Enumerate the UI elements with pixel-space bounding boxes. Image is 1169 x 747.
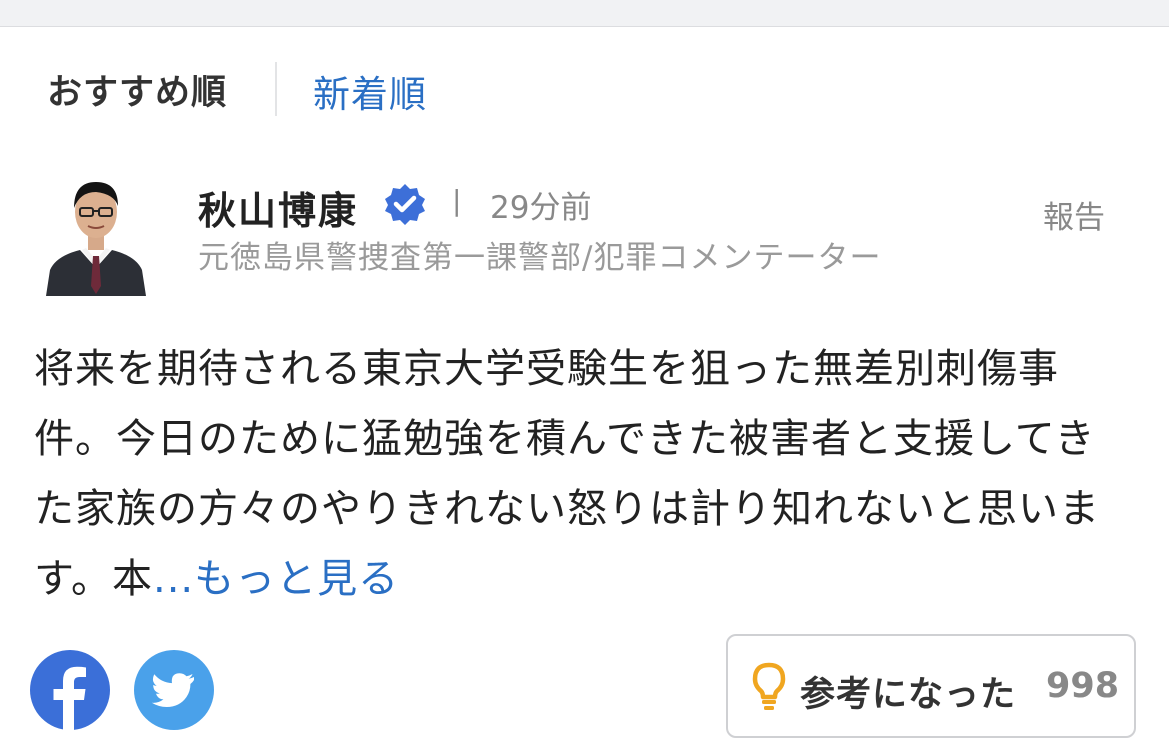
author-title: 元徳島県警捜査第一課警部/犯罪コメンテーター	[198, 240, 882, 276]
helpful-button[interactable]: 参考になった 998	[726, 634, 1136, 738]
facebook-icon[interactable]	[30, 650, 110, 730]
comment-body: 将来を期待される東京大学受験生を狙った無差別刺傷事件。今日のために猛勉強を積んで…	[34, 334, 1134, 614]
meta-separator: |	[452, 184, 462, 217]
verified-check-icon	[383, 182, 427, 226]
lightbulb-icon	[752, 662, 786, 712]
avatar[interactable]	[44, 170, 148, 296]
tab-recommended[interactable]: おすすめ順	[47, 64, 227, 115]
comment-time: 29分前	[490, 190, 592, 226]
author-name[interactable]: 秋山博康	[198, 180, 358, 235]
helpful-label: 参考になった	[800, 675, 1017, 715]
twitter-icon[interactable]	[134, 650, 214, 730]
top-strip	[0, 0, 1169, 27]
report-button[interactable]: 報告	[1043, 192, 1105, 237]
tab-divider	[275, 62, 277, 116]
comment-card: 秋山博康 | 29分前 報告 元徳島県警捜査第一課警部/犯罪コメンテーター 将来…	[0, 146, 1169, 747]
tab-newest[interactable]: 新着順	[313, 64, 427, 118]
sort-tabs: おすすめ順 新着順	[0, 26, 1169, 146]
more-link[interactable]: ...もっと見る	[153, 556, 399, 602]
helpful-count: 998	[1046, 666, 1120, 706]
